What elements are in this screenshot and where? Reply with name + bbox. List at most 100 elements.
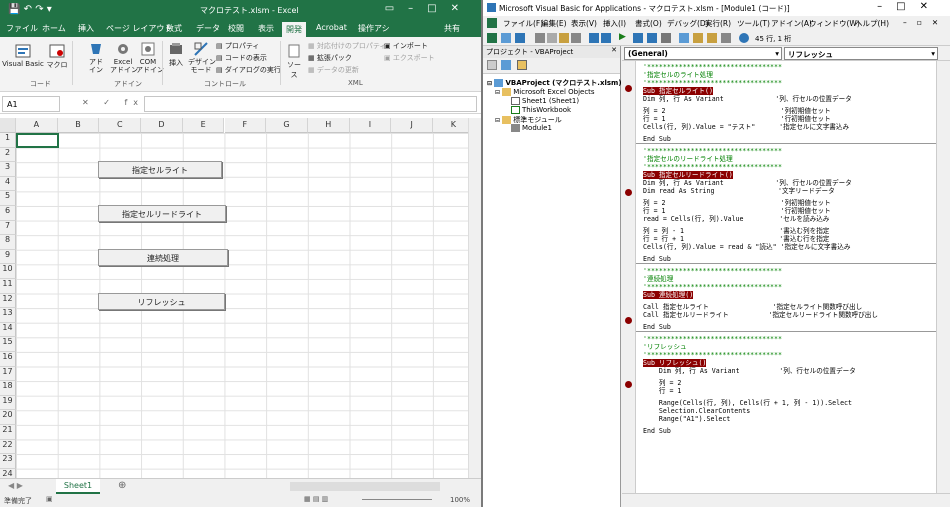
row-header[interactable]: 4 xyxy=(0,176,16,192)
breakpoint-icon[interactable] xyxy=(625,317,632,324)
column-header[interactable]: G xyxy=(266,118,308,133)
copy-icon[interactable] xyxy=(547,33,557,43)
code-editor[interactable]: '********************************** '指定セル… xyxy=(636,61,936,493)
column-header[interactable]: H xyxy=(307,118,350,133)
export-button[interactable]: ▣ エクスポート xyxy=(384,53,435,63)
row-header[interactable]: 9 xyxy=(0,249,16,265)
code-line[interactable]: Call 指定セルリードライト '指定セルリードライト関数呼び出し xyxy=(643,311,878,319)
code-line[interactable]: 列 = 2 '列初期値セット xyxy=(643,199,831,207)
row-header[interactable]: 7 xyxy=(0,220,16,236)
code-line[interactable]: Sub 指定セルリードライト() xyxy=(643,171,733,179)
code-line[interactable]: 列 = 2 '列初期値セット xyxy=(643,107,831,115)
code-line[interactable]: Sub 指定セルライト() xyxy=(643,87,713,95)
com-addin-button[interactable]: COM アドイン xyxy=(136,41,164,74)
code-line[interactable]: 行 = 行 + 1 '書込む行を指定 xyxy=(643,235,829,243)
tree-thisworkbook[interactable]: ThisWorkbook xyxy=(511,106,571,114)
expansion-pack-button[interactable]: ▦ 拡張パック xyxy=(308,53,352,63)
button-refresh[interactable]: リフレッシュ xyxy=(98,293,225,310)
column-header[interactable]: I xyxy=(349,118,392,133)
view-object-icon[interactable] xyxy=(501,60,511,70)
undo-icon[interactable] xyxy=(589,33,599,43)
code-line[interactable]: 'リフレッシュ xyxy=(643,343,687,351)
column-header[interactable]: C xyxy=(99,118,142,133)
code-line[interactable]: '********************************** xyxy=(643,335,782,343)
code-line[interactable]: '********************************** xyxy=(643,267,782,275)
paste-icon[interactable] xyxy=(559,33,569,43)
tab-developer[interactable]: 開発 xyxy=(282,22,306,37)
project-explorer-icon[interactable] xyxy=(679,33,689,43)
row-header[interactable]: 10 xyxy=(0,264,16,279)
column-header[interactable]: E xyxy=(182,118,225,133)
save-icon[interactable] xyxy=(515,33,525,43)
run-dialog-button[interactable]: ▤ ダイアログの実行 xyxy=(216,65,281,75)
collapse-icon[interactable]: ⊟ xyxy=(495,117,500,124)
code-line[interactable]: Sub リフレッシュ() xyxy=(643,359,707,367)
refresh-data-button[interactable]: ▦ データの更新 xyxy=(308,65,359,75)
button-shitei-cell-write[interactable]: 指定セルライト xyxy=(98,161,222,178)
code-line[interactable]: read = Cells(行, 列).Value 'セルを読み込み xyxy=(643,215,829,223)
code-line[interactable]: '********************************** xyxy=(643,283,782,291)
add-sheet-icon[interactable]: ⊕ xyxy=(118,480,126,491)
tab-review[interactable]: 校閲 xyxy=(228,23,244,34)
view-code-button[interactable]: ▤ コードの表示 xyxy=(216,53,267,63)
code-line[interactable]: End Sub xyxy=(643,255,671,263)
vba-window-controls[interactable]: –□✕ xyxy=(877,1,942,12)
code-line[interactable]: '********************************** xyxy=(643,79,782,87)
breakpoint-icon[interactable] xyxy=(625,85,632,92)
zoom-slider[interactable] xyxy=(362,499,432,500)
tell-me[interactable]: 操作アシ xyxy=(358,23,390,34)
menu-tools[interactable]: ツール(T) xyxy=(737,18,770,29)
tree-excel-objects[interactable]: ⊟ Microsoft Excel Objects xyxy=(495,88,595,96)
button-shitei-cell-readwrite[interactable]: 指定セルリードライト xyxy=(98,205,226,222)
vertical-scrollbar[interactable] xyxy=(468,118,481,478)
row-header[interactable]: 21 xyxy=(0,425,16,440)
insert-module-icon[interactable] xyxy=(501,33,511,43)
formula-buttons[interactable]: ✕ ✓ fx xyxy=(82,98,144,107)
mdi-window-controls[interactable]: –▫✕ xyxy=(903,18,948,27)
horizontal-scrollbar[interactable] xyxy=(290,482,440,491)
source-button[interactable]: ソース xyxy=(284,43,304,80)
column-header[interactable]: B xyxy=(57,118,100,133)
code-line[interactable]: '連続処理 xyxy=(643,275,673,283)
design-mode-button[interactable]: デザイン モード xyxy=(188,41,216,74)
sheet-nav-arrows[interactable]: ◀ ▶ xyxy=(8,481,23,490)
row-header[interactable]: 22 xyxy=(0,439,16,455)
row-header[interactable]: 1 xyxy=(0,133,16,148)
tree-vbaproject[interactable]: ⊟ VBAProject (マクロテスト.xlsm) xyxy=(487,78,622,88)
break-icon[interactable] xyxy=(633,33,643,43)
tab-home[interactable]: ホーム xyxy=(42,23,66,34)
code-line[interactable]: Cells(行, 列).Value = read & "読込" '指定セルに文字… xyxy=(643,243,850,251)
select-all-corner[interactable] xyxy=(0,118,16,133)
code-line[interactable]: '指定セルのリードライト処理 xyxy=(643,155,733,163)
properties-button[interactable]: ▤ プロパティ xyxy=(216,41,259,51)
share-button[interactable]: 共有 xyxy=(444,23,460,34)
tree-sheet1[interactable]: Sheet1 (Sheet1) xyxy=(511,97,579,105)
menu-debug[interactable]: デバッグ(D) xyxy=(667,18,709,29)
row-header[interactable]: 2 xyxy=(0,147,16,163)
tab-acrobat[interactable]: Acrobat xyxy=(316,23,347,32)
row-header[interactable]: 23 xyxy=(0,454,16,469)
code-horizontal-scrollbar[interactable] xyxy=(622,493,950,507)
macro-button[interactable]: マクロ xyxy=(46,43,68,70)
excel-addin-button[interactable]: Excel アドイン xyxy=(110,41,138,74)
menu-view[interactable]: 表示(V) xyxy=(571,18,597,29)
procedure-combo[interactable]: リフレッシュ ▾ xyxy=(784,47,938,60)
object-combo[interactable]: (General) ▾ xyxy=(624,47,782,60)
code-line[interactable]: '********************************** xyxy=(643,351,782,359)
vba-excel-icon[interactable] xyxy=(487,18,497,28)
window-controls[interactable]: ▭–□✕ xyxy=(385,3,473,14)
code-line[interactable]: End Sub xyxy=(643,323,671,331)
code-line[interactable]: End Sub xyxy=(643,427,671,435)
insert-control-button[interactable]: 挿入 xyxy=(166,41,186,68)
row-header[interactable]: 18 xyxy=(0,381,16,396)
view-code-icon[interactable] xyxy=(487,60,497,70)
run-icon[interactable]: ▶ xyxy=(619,32,626,42)
code-line[interactable]: Call 指定セルライト '指定セルライト関数呼び出し xyxy=(643,303,862,311)
column-header[interactable]: J xyxy=(391,118,433,133)
active-cell[interactable] xyxy=(16,133,59,148)
code-line[interactable]: Range("A1").Select xyxy=(643,415,730,423)
code-line[interactable]: Selection.ClearContents xyxy=(643,407,750,415)
code-line[interactable]: 列 = 列 - 1 '書込む列を指定 xyxy=(643,227,829,235)
properties-window-icon[interactable] xyxy=(693,33,703,43)
collapse-icon[interactable]: ⊟ xyxy=(487,80,492,87)
